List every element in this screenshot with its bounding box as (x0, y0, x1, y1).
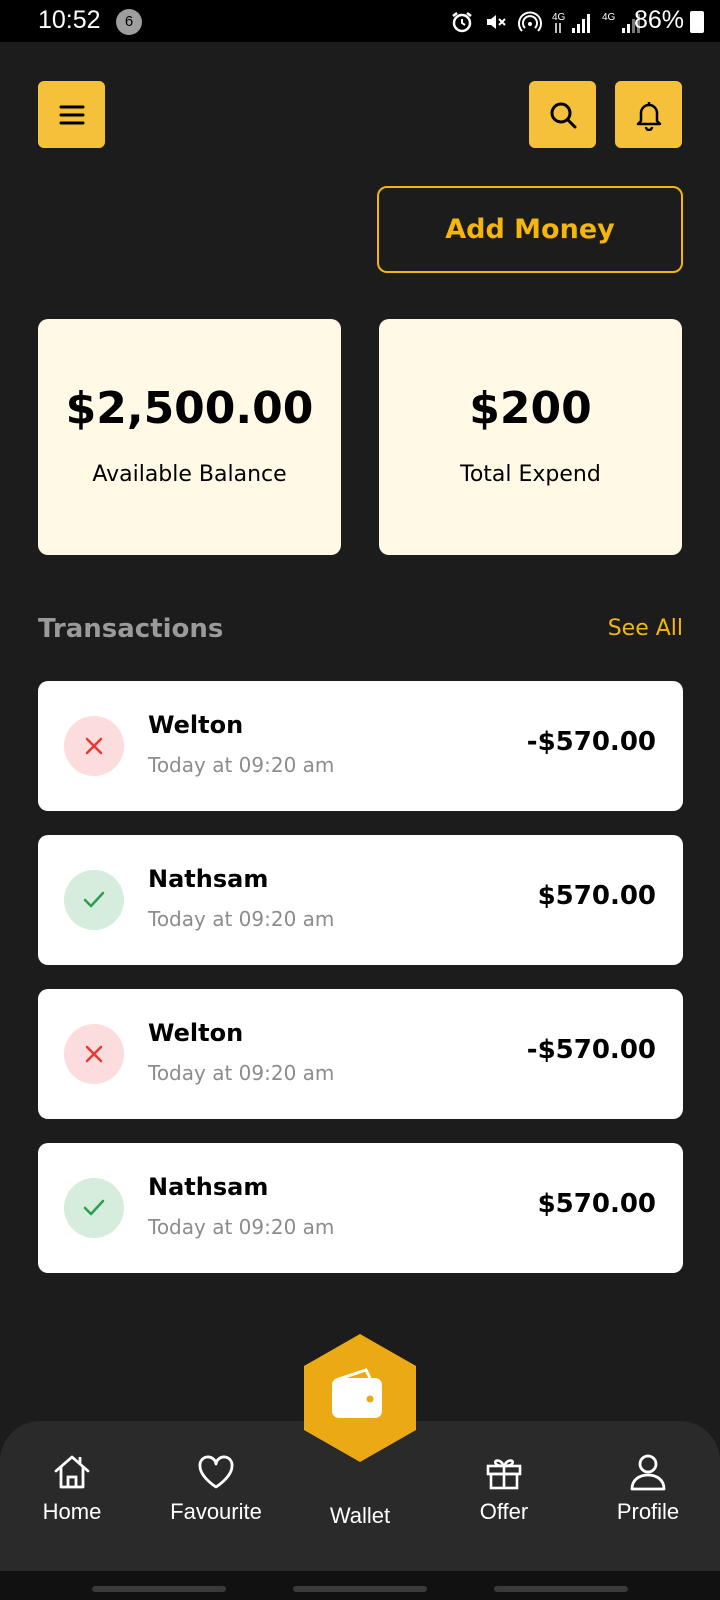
available-balance-amount: $2,500.00 (65, 383, 314, 434)
transactions-heading: Transactions (38, 614, 224, 644)
hamburger-menu-icon (59, 105, 84, 124)
gesture-handle (293, 1586, 427, 1592)
total-expend-card: $200 Total Expend (379, 319, 682, 555)
nav-label-profile: Profile (616, 1499, 680, 1524)
success-status-icon (64, 1178, 124, 1238)
notification-count-badge: 6 (116, 9, 142, 35)
nav-item-home[interactable]: Home (2, 1451, 142, 1525)
alarm-icon (452, 12, 472, 33)
heart-icon (198, 1455, 234, 1489)
svg-text:4G: 4G (552, 12, 566, 23)
gesture-handle (92, 1586, 226, 1592)
transaction-row[interactable]: Nathsam Today at 09:20 am $570.00 (38, 1143, 683, 1273)
user-icon (630, 1454, 666, 1491)
add-money-button[interactable]: Add Money (377, 186, 683, 273)
search-icon (550, 102, 576, 128)
available-balance-card: $2,500.00 Available Balance (38, 319, 341, 555)
status-bar: 10:52 6 4G 4G 86% (0, 0, 720, 42)
transaction-name: Welton (148, 1019, 244, 1047)
hotspot-icon (518, 11, 542, 32)
transaction-time: Today at 09:20 am (148, 1061, 335, 1085)
transaction-row[interactable]: Nathsam Today at 09:20 am $570.00 (38, 835, 683, 965)
available-balance-label: Available Balance (92, 462, 287, 487)
transaction-row[interactable]: Welton Today at 09:20 am -$570.00 (38, 681, 683, 811)
wallet-fab-button[interactable] (304, 1334, 416, 1462)
transaction-amount: $570.00 (537, 1189, 656, 1219)
failed-status-icon (64, 716, 124, 776)
nav-label-wallet: Wallet (329, 1503, 391, 1528)
svg-text:4G: 4G (602, 12, 616, 23)
battery-percentage: 86% (633, 6, 684, 34)
nav-label-favourite: Favourite (170, 1499, 262, 1524)
status-time: 10:52 (38, 6, 101, 34)
nav-label-home: Home (42, 1499, 102, 1524)
transaction-time: Today at 09:20 am (148, 907, 335, 931)
transaction-time: Today at 09:20 am (148, 753, 335, 777)
see-all-link[interactable]: See All (608, 616, 683, 641)
menu-button[interactable] (38, 81, 105, 148)
transaction-amount: -$570.00 (526, 1035, 656, 1065)
home-icon (54, 1455, 90, 1489)
gesture-handle (494, 1586, 628, 1592)
search-button[interactable] (529, 81, 596, 148)
success-status-icon (64, 870, 124, 930)
nav-item-wallet[interactable]: Wallet (290, 1451, 430, 1529)
nav-label-offer: Offer (479, 1499, 529, 1524)
failed-status-icon (64, 1024, 124, 1084)
transaction-name: Welton (148, 711, 244, 739)
total-expend-label: Total Expend (460, 462, 601, 487)
battery-icon (690, 11, 704, 33)
transaction-amount: $570.00 (537, 881, 656, 911)
transaction-amount: -$570.00 (526, 727, 656, 757)
transaction-row[interactable]: Welton Today at 09:20 am -$570.00 (38, 989, 683, 1119)
signal-4g-icon: 4G (552, 12, 590, 33)
nav-item-favourite[interactable]: Favourite (146, 1451, 286, 1525)
gift-icon (486, 1459, 522, 1490)
transaction-time: Today at 09:20 am (148, 1215, 335, 1239)
transaction-name: Nathsam (148, 1173, 269, 1201)
total-expend-amount: $200 (469, 383, 592, 434)
status-icons: 4G 4G (450, 10, 642, 34)
nav-item-profile[interactable]: Profile (578, 1451, 718, 1525)
mute-icon (487, 15, 506, 29)
nav-item-offer[interactable]: Offer (434, 1451, 574, 1525)
notifications-button[interactable] (615, 81, 682, 148)
bell-icon (636, 101, 661, 131)
transaction-name: Nathsam (148, 865, 269, 893)
